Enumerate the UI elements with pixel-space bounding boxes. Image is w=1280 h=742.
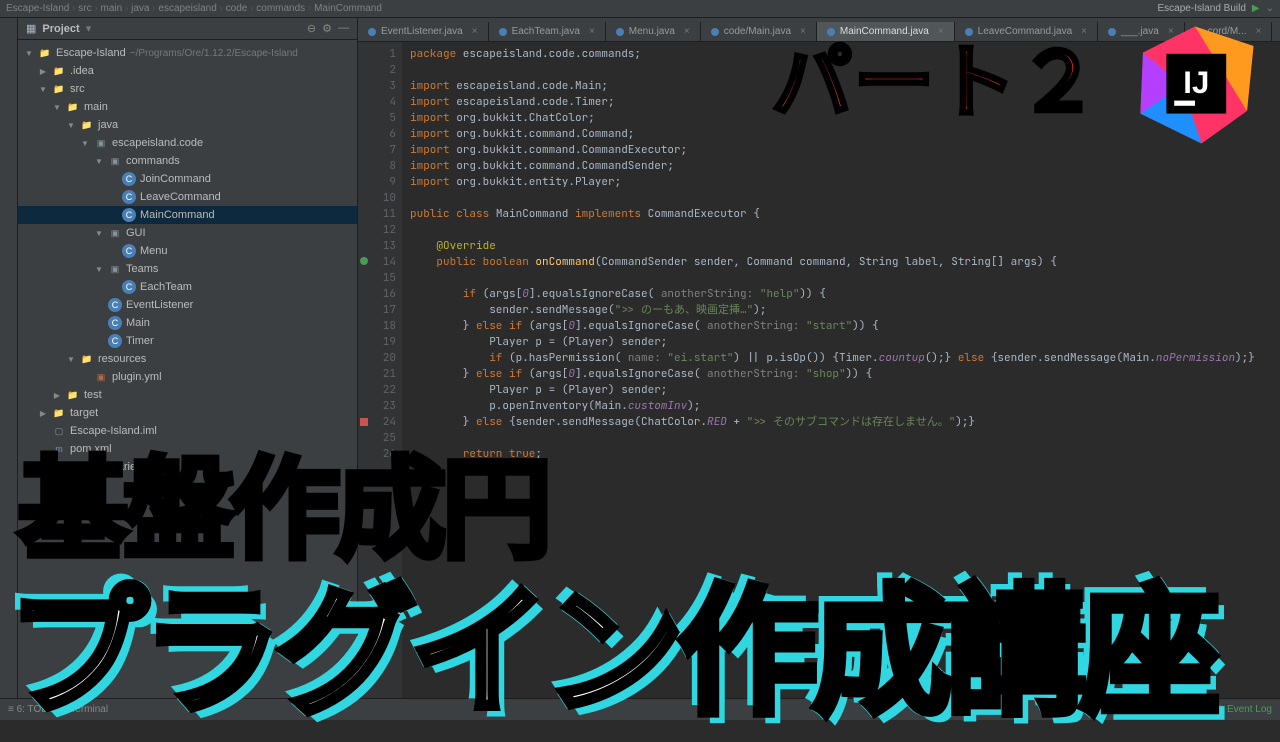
breadcrumb-bar: Escape-Island › src › main › java › esca… — [0, 0, 1280, 18]
project-tree[interactable]: ▼ 📁 Escape-Island~/Programs/Ore/1.12.2/E… — [18, 40, 357, 480]
line-number[interactable]: 15 — [358, 270, 396, 286]
overlay-part2-text: パート２ — [772, 18, 1100, 134]
folder-icon: 📁 — [52, 406, 66, 420]
project-panel-title[interactable]: Project — [42, 23, 79, 35]
yml-icon: ▣ — [94, 370, 108, 384]
line-number[interactable]: 12 — [358, 222, 396, 238]
line-number[interactable]: 19 — [358, 334, 396, 350]
pkg-icon: ▣ — [94, 136, 108, 150]
line-number[interactable]: 2 — [358, 62, 396, 78]
folder-icon: 📁 — [66, 388, 80, 402]
class-icon: C — [122, 244, 136, 258]
folder-icon: 📁 — [38, 46, 52, 60]
pkg-icon: ▣ — [108, 154, 122, 168]
folder-icon: 📁 — [80, 352, 94, 366]
editor-tab[interactable]: EventListener.java× — [358, 22, 489, 41]
intellij-logo-icon: IJ — [1130, 20, 1260, 150]
debug-icon[interactable]: ⌄ — [1266, 3, 1274, 14]
class-icon: C — [108, 298, 122, 312]
project-panel-header: ▦ Project ▾ ⊖ ⚙ — — [18, 18, 357, 40]
tree-item-Teams[interactable]: ▼ ▣ Teams — [18, 260, 357, 278]
project-tab-icon: ▦ — [26, 22, 36, 35]
tree-item-main[interactable]: ▼ 📁 main — [18, 98, 357, 116]
tree-item-JoinCommand[interactable]: C JoinCommand — [18, 170, 357, 188]
tree-item-escapeisland.code[interactable]: ▼ ▣ escapeisland.code — [18, 134, 357, 152]
class-icon — [1108, 28, 1116, 36]
line-number[interactable]: 1 — [358, 46, 396, 62]
line-number[interactable]: 17 — [358, 302, 396, 318]
class-icon — [616, 28, 624, 36]
pkg-icon: ▣ — [108, 226, 122, 240]
tree-item-plugin.yml[interactable]: ▣ plugin.yml — [18, 368, 357, 386]
tree-item-GUI[interactable]: ▼ ▣ GUI — [18, 224, 357, 242]
line-number[interactable]: 5 — [358, 110, 396, 126]
tree-item-src[interactable]: ▼ 📁 src — [18, 80, 357, 98]
collapse-icon[interactable]: ⊖ — [307, 22, 316, 35]
tree-item-Timer[interactable]: C Timer — [18, 332, 357, 350]
line-number[interactable]: 22 — [358, 382, 396, 398]
tree-item-test[interactable]: ▶ 📁 test — [18, 386, 357, 404]
line-number[interactable]: 20 — [358, 350, 396, 366]
tree-item-Menu[interactable]: C Menu — [18, 242, 357, 260]
run-icon[interactable]: ▶ — [1252, 3, 1260, 14]
line-number[interactable]: 3 — [358, 78, 396, 94]
class-icon — [711, 28, 719, 36]
folder-icon: 📁 — [52, 64, 66, 78]
class-icon: C — [122, 208, 136, 222]
editor-tab[interactable]: Menu.java× — [606, 22, 701, 41]
class-icon: C — [108, 334, 122, 348]
tree-item-.idea[interactable]: ▶ 📁 .idea — [18, 62, 357, 80]
class-icon: C — [122, 190, 136, 204]
line-number[interactable]: 14 — [358, 254, 396, 270]
close-icon[interactable]: × — [472, 26, 478, 37]
tree-item-MainCommand[interactable]: C MainCommand — [18, 206, 357, 224]
settings-icon[interactable]: ⚙ — [322, 22, 332, 35]
line-number[interactable]: 9 — [358, 174, 396, 190]
tree-item-LeaveCommand[interactable]: C LeaveCommand — [18, 188, 357, 206]
line-number[interactable]: 7 — [358, 142, 396, 158]
class-icon: C — [108, 316, 122, 330]
class-icon — [499, 28, 507, 36]
hide-icon[interactable]: — — [338, 22, 349, 35]
tree-item-EventListener[interactable]: C EventListener — [18, 296, 357, 314]
tree-item-resources[interactable]: ▼ 📁 resources — [18, 350, 357, 368]
svg-text:IJ: IJ — [1183, 65, 1209, 100]
line-number[interactable]: 6 — [358, 126, 396, 142]
line-number[interactable]: 13 — [358, 238, 396, 254]
tree-item-Main[interactable]: C Main — [18, 314, 357, 332]
class-icon — [368, 28, 376, 36]
line-number[interactable]: 18 — [358, 318, 396, 334]
pkg-icon: ▣ — [108, 262, 122, 276]
line-number[interactable]: 16 — [358, 286, 396, 302]
close-icon[interactable]: × — [589, 26, 595, 37]
overlay-white-text: プラグイン作成講座 — [8, 540, 1214, 742]
folder-icon: 📁 — [80, 118, 94, 132]
tree-item-commands[interactable]: ▼ ▣ commands — [18, 152, 357, 170]
build-config[interactable]: Escape-Island Build — [1158, 3, 1246, 14]
class-icon: C — [122, 172, 136, 186]
folder-icon: 📁 — [52, 82, 66, 96]
breadcrumb[interactable]: Escape-Island › src › main › java › esca… — [6, 3, 382, 14]
close-icon[interactable]: × — [684, 26, 690, 37]
class-icon: C — [122, 280, 136, 294]
folder-icon: 📁 — [66, 100, 80, 114]
editor-tab[interactable]: EachTeam.java× — [489, 22, 606, 41]
line-number[interactable]: 8 — [358, 158, 396, 174]
line-number[interactable]: 23 — [358, 398, 396, 414]
line-number[interactable]: 10 — [358, 190, 396, 206]
line-number[interactable]: 21 — [358, 366, 396, 382]
line-number[interactable]: 4 — [358, 94, 396, 110]
line-number[interactable]: 11 — [358, 206, 396, 222]
tree-item-Escape-Island[interactable]: ▼ 📁 Escape-Island~/Programs/Ore/1.12.2/E… — [18, 44, 357, 62]
tree-item-java[interactable]: ▼ 📁 java — [18, 116, 357, 134]
tree-item-EachTeam[interactable]: C EachTeam — [18, 278, 357, 296]
event-log[interactable]: ◉ Event Log — [1215, 704, 1272, 715]
